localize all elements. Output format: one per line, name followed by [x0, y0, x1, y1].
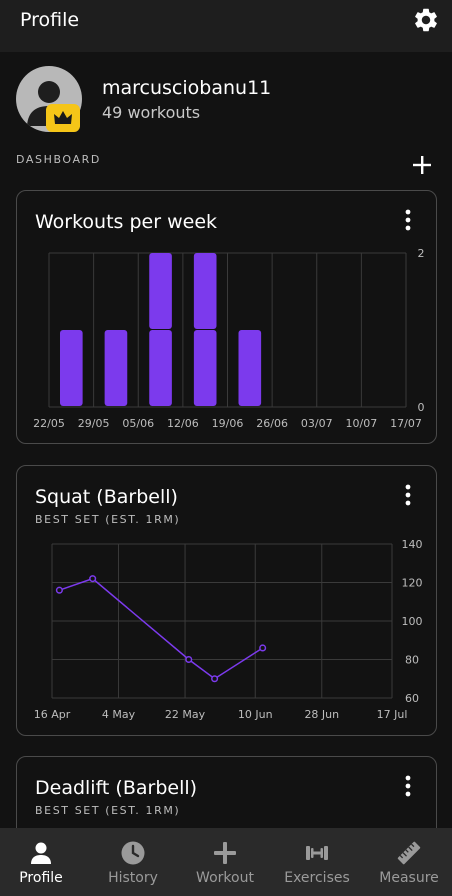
bar [149, 253, 172, 329]
nav-workout[interactable]: Workout [180, 828, 270, 896]
gear-icon[interactable] [412, 6, 440, 34]
ruler-icon [397, 841, 421, 865]
x-tick-label: 17/07 [390, 417, 422, 430]
x-tick-label: 17 Jul [377, 708, 408, 721]
plus-icon [214, 842, 236, 864]
workout-count: 49 workouts [102, 103, 201, 122]
nav-measure[interactable]: Measure [364, 828, 452, 896]
dumbbell-icon [306, 846, 328, 860]
x-tick-label: 10 Jun [238, 708, 273, 721]
squat-card[interactable]: Squat (Barbell) BEST SET (EST. 1RM) 16 A… [16, 465, 437, 736]
crown-icon [54, 111, 72, 124]
premium-badge [46, 104, 80, 132]
nav-label: Exercises [284, 870, 350, 886]
x-tick-label: 22 May [165, 708, 206, 721]
y-tick-label: 80 [405, 654, 419, 667]
x-tick-label: 22/05 [33, 417, 65, 430]
x-tick-label: 05/06 [122, 417, 154, 430]
workouts-per-week-card[interactable]: Workouts per week 22/05 29/05 05/06 12/06 19… [16, 190, 437, 444]
x-tick-label: 4 May [102, 708, 136, 721]
bar [149, 330, 172, 406]
nav-label: Measure [379, 870, 439, 886]
y-tick-label: 60 [405, 692, 419, 705]
nav-profile[interactable]: Profile [0, 828, 86, 896]
workouts-bar-chart: 22/05 29/05 05/06 12/06 19/06 26/06 03/07 10/07… [33, 247, 425, 430]
x-tick-label: 12/06 [167, 417, 199, 430]
bottom-navigation: Profile History Workout Exercises Measur… [0, 828, 452, 896]
y-tick-label: 0 [418, 401, 425, 414]
data-point [89, 575, 97, 583]
page-title: Profile [20, 9, 80, 31]
bar [193, 330, 217, 406]
plus-icon[interactable] [410, 153, 434, 177]
data-point [185, 655, 193, 664]
bar [238, 330, 262, 406]
card-subtitle: BEST SET (EST. 1RM) [35, 804, 181, 817]
y-tick-label: 100 [402, 615, 423, 628]
more-options-icon[interactable] [404, 775, 412, 797]
x-tick-label: 10/07 [346, 417, 378, 430]
x-tick-label: 19/06 [212, 417, 244, 430]
x-tick-label: 26/06 [256, 417, 288, 430]
data-point [259, 644, 267, 652]
nav-exercises[interactable]: Exercises [272, 828, 362, 896]
x-tick-label: 29/05 [78, 417, 110, 430]
bar [104, 330, 128, 406]
dashboard-label: DASHBOARD [16, 153, 101, 166]
y-tick-label: 2 [418, 247, 425, 260]
x-tick-label: 16 Apr [34, 708, 71, 721]
nav-label: Workout [196, 870, 254, 886]
x-tick-label: 03/07 [301, 417, 333, 430]
top-app-bar: Profile [0, 0, 452, 52]
series-line [59, 577, 264, 680]
data-point [55, 586, 63, 594]
data-point [211, 675, 219, 683]
bar [193, 253, 217, 329]
x-tick-label: 28 Jun [304, 708, 339, 721]
y-tick-label: 120 [402, 577, 423, 590]
nav-history[interactable]: History [88, 828, 178, 896]
nav-label: History [108, 870, 158, 886]
person-icon [31, 842, 51, 864]
nav-label: Profile [19, 870, 63, 886]
clock-icon [121, 841, 145, 865]
squat-line-chart: 16 Apr 4 May 22 May 10 Jun 28 Jun 17 Jul 140 12… [34, 538, 423, 721]
y-tick-label: 140 [402, 538, 423, 551]
bar [60, 330, 83, 406]
card-title: Deadlift (Barbell) [35, 777, 198, 799]
username: marcusciobanu11 [102, 77, 272, 99]
